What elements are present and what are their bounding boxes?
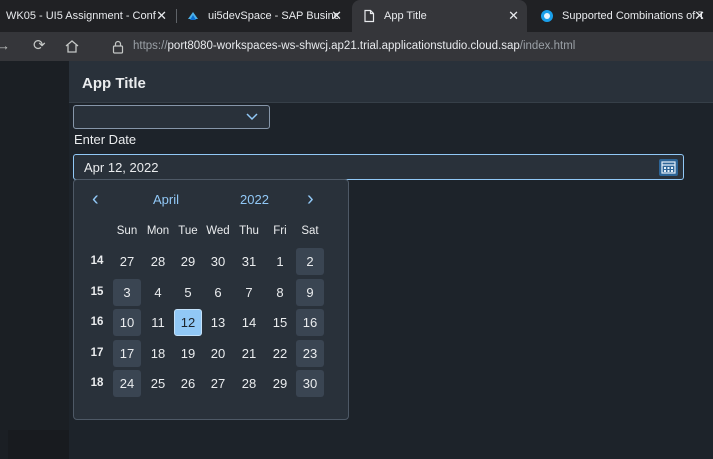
next-month-button[interactable]: ›	[307, 188, 314, 211]
calendar-day[interactable]: 31	[235, 248, 263, 275]
week-number: 15	[90, 286, 104, 298]
calendar-day[interactable]: 29	[266, 370, 294, 397]
calendar-day[interactable]: 15	[266, 309, 294, 336]
calendar-day[interactable]: 13	[204, 309, 232, 336]
calendar-day[interactable]: 1	[266, 248, 294, 275]
calendar-day[interactable]: 19	[174, 340, 202, 367]
calendar-day[interactable]: 6	[204, 279, 232, 306]
select-dropdown[interactable]	[73, 105, 270, 129]
calendar-button[interactable]	[652, 154, 684, 180]
week-number: 18	[90, 377, 104, 389]
calendar-day[interactable]: 27	[113, 248, 141, 275]
calendar-day[interactable]: 17	[113, 340, 141, 367]
weekday-header: Tue	[178, 225, 198, 237]
page-title: App Title	[82, 75, 146, 92]
tab-label: WK05 - UI5 Assignment - Config	[6, 10, 156, 22]
weekday-header: Mon	[146, 225, 170, 237]
calendar-day[interactable]: 23	[296, 340, 324, 367]
month-button[interactable]: April	[153, 192, 179, 207]
close-icon[interactable]: ✕	[694, 8, 705, 24]
calendar-day[interactable]: 28	[235, 370, 263, 397]
calendar-day[interactable]: 24	[113, 370, 141, 397]
sap-bas-icon	[188, 12, 198, 20]
weekday-header: Wed	[206, 225, 230, 237]
weekday-header: Fri	[273, 225, 287, 237]
calendar-day[interactable]: 25	[144, 370, 172, 397]
calendar-day[interactable]: 27	[204, 370, 232, 397]
tab-separator	[176, 9, 177, 23]
tab-supported-combinations[interactable]: Supported Combinations of Ther ✕	[528, 0, 713, 32]
calendar-day[interactable]: 29	[174, 248, 202, 275]
app-left-margin	[0, 61, 69, 459]
site-info-icon[interactable]	[111, 40, 125, 54]
calendar-day[interactable]: 16	[296, 309, 324, 336]
tab-ui5devspace[interactable]: ui5devSpace - SAP Business App ✕	[180, 0, 350, 32]
sap-globe-icon	[541, 10, 553, 22]
calendar-day[interactable]: 30	[296, 370, 324, 397]
calendar-day-selected[interactable]: 12	[174, 309, 202, 336]
url-path: /index.html	[519, 40, 576, 52]
close-icon[interactable]: ✕	[508, 8, 519, 24]
date-input[interactable]: Apr 12, 2022	[73, 154, 659, 180]
date-label: Enter Date	[74, 132, 137, 147]
url-host: port8080-workspaces-ws-shwcj.ap21.trial.…	[167, 40, 520, 52]
tab-app-title[interactable]: App Title ✕	[352, 0, 527, 32]
calendar-day[interactable]: 2	[296, 248, 324, 275]
week-number: 16	[90, 316, 104, 328]
tab-label: ui5devSpace - SAP Business App	[208, 10, 338, 22]
tab-label: App Title	[384, 10, 427, 22]
tab-label: Supported Combinations of Ther	[562, 10, 702, 22]
calendar-day[interactable]: 22	[266, 340, 294, 367]
calendar-day[interactable]: 28	[144, 248, 172, 275]
tab-wk05[interactable]: WK05 - UI5 Assignment - Config ✕	[0, 0, 175, 32]
browser-tab-strip: WK05 - UI5 Assignment - Config ✕ ui5devS…	[0, 0, 713, 32]
close-icon[interactable]: ✕	[331, 8, 342, 24]
calendar-day[interactable]: 10	[113, 309, 141, 336]
week-number: 14	[90, 255, 104, 267]
reload-icon[interactable]: ⟳	[33, 38, 46, 54]
calendar-day[interactable]: 26	[174, 370, 202, 397]
browser-address-bar: → ⟳ https://port8080-workspaces-ws-shwcj…	[0, 32, 713, 61]
calendar-day[interactable]: 7	[235, 279, 263, 306]
home-icon[interactable]	[64, 39, 80, 54]
calendar-day[interactable]: 14	[235, 309, 263, 336]
calendar-day[interactable]: 11	[144, 309, 172, 336]
url-field[interactable]: https://port8080-workspaces-ws-shwcj.ap2…	[133, 40, 575, 52]
weekday-header: Sat	[301, 225, 319, 237]
calendar-day[interactable]: 30	[204, 248, 232, 275]
week-number: 17	[90, 347, 104, 359]
calendar-icon	[659, 159, 678, 176]
calendar-day[interactable]: 3	[113, 279, 141, 306]
chevron-down-icon	[246, 113, 258, 121]
close-icon[interactable]: ✕	[156, 8, 167, 24]
calendar-day[interactable]: 4	[144, 279, 172, 306]
calendar-day[interactable]: 21	[235, 340, 263, 367]
back-arrow-icon[interactable]: →	[0, 38, 10, 54]
page-icon	[364, 9, 375, 23]
url-prefix: https://	[133, 40, 168, 52]
year-button[interactable]: 2022	[240, 192, 269, 207]
calendar-day[interactable]: 18	[144, 340, 172, 367]
calendar-day[interactable]: 9	[296, 279, 324, 306]
app-left-shade	[8, 430, 69, 459]
calendar-day[interactable]: 20	[204, 340, 232, 367]
weekday-header: Thu	[239, 225, 259, 237]
page-header	[69, 61, 713, 103]
calendar-day[interactable]: 5	[174, 279, 202, 306]
previous-month-button[interactable]: ‹	[92, 188, 99, 211]
calendar-day[interactable]: 8	[266, 279, 294, 306]
weekday-header: Sun	[116, 225, 138, 237]
